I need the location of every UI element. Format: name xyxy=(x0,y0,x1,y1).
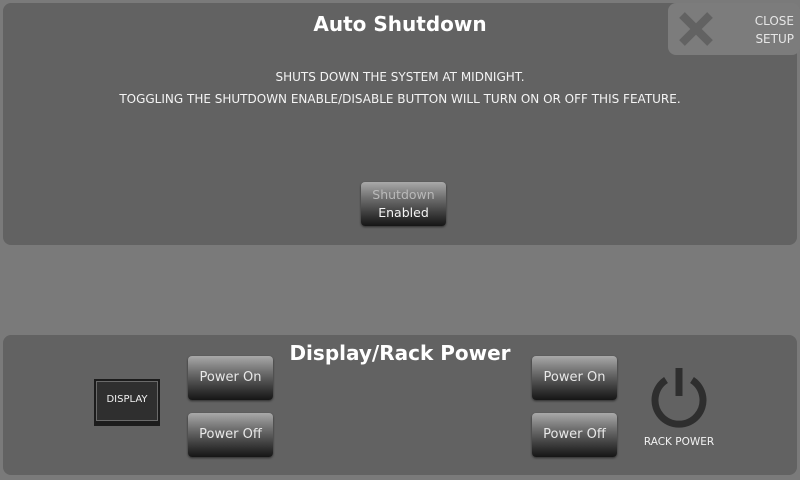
rack-power-off-button[interactable]: Power Off xyxy=(532,413,617,457)
shutdown-toggle-label-line2: Enabled xyxy=(378,205,429,220)
auto-shutdown-description-line2: TOGGLING THE SHUTDOWN ENABLE/DISABLE BUT… xyxy=(119,92,681,106)
auto-shutdown-panel: Auto Shutdown SHUTS DOWN THE SYSTEM AT M… xyxy=(3,3,800,245)
auto-shutdown-description-line1: SHUTS DOWN THE SYSTEM AT MIDNIGHT. xyxy=(275,70,525,84)
rack-power-on-button[interactable]: Power On xyxy=(532,356,617,400)
power-icon xyxy=(651,368,707,428)
display-icon: DISPLAY xyxy=(94,379,160,426)
close-setup-label-line1: CLOSE xyxy=(754,14,794,28)
display-rack-power-panel: Display/Rack Power DISPLAY Power On Powe… xyxy=(3,335,797,475)
close-setup-label-line2: SETUP xyxy=(755,32,794,46)
rack-power-label: RACK POWER xyxy=(643,436,715,448)
shutdown-toggle-button[interactable]: Shutdown Enabled xyxy=(361,182,446,226)
display-power-on-button[interactable]: Power On xyxy=(188,356,273,400)
display-power-off-button[interactable]: Power Off xyxy=(188,413,273,457)
display-label: DISPLAY xyxy=(106,394,148,405)
close-setup-label: CLOSE SETUP xyxy=(755,12,794,48)
close-icon xyxy=(679,12,713,46)
close-setup-button[interactable]: CLOSE SETUP xyxy=(668,3,800,55)
display-rack-power-title: Display/Rack Power xyxy=(289,341,511,365)
shutdown-toggle-label-line1: Shutdown xyxy=(372,187,435,202)
